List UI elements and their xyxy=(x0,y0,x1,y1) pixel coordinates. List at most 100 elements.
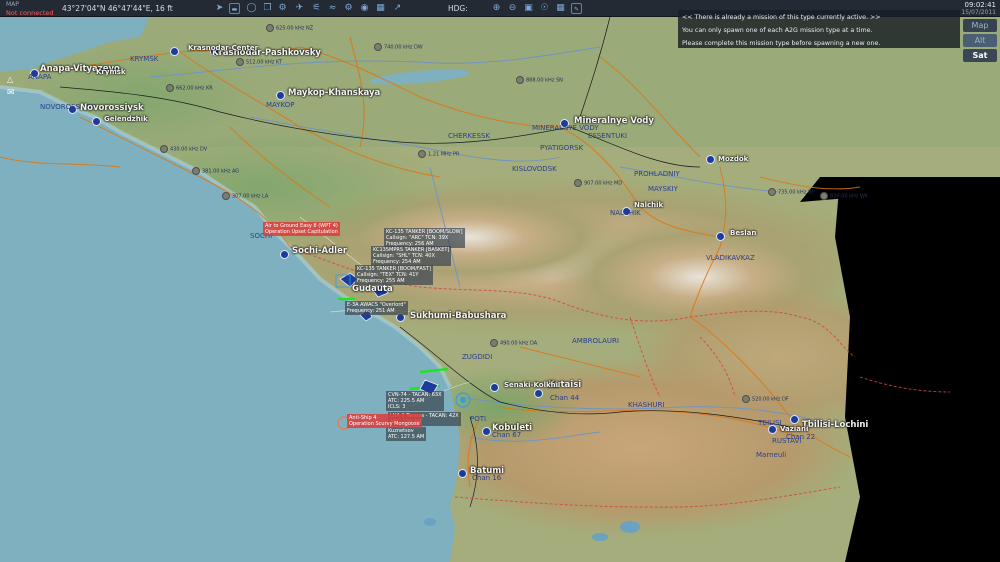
region-label: PROHLADNIY xyxy=(634,170,680,178)
airbase-label[interactable]: Sochi-Adler xyxy=(292,246,347,256)
region-label: KISLOVODSK xyxy=(512,165,557,173)
nav-beacon: 740.00 kHz DW xyxy=(374,43,423,51)
notice-line: << There is already a mission of this ty… xyxy=(682,14,881,21)
cursor-coordinates: 43°27'04"N 46°47'44"E, 16 ft xyxy=(62,4,173,13)
airbase-label[interactable]: Senaki-Kolkhi xyxy=(504,381,558,389)
region-label: ANAPA xyxy=(28,73,52,81)
clock: 09:02:41 xyxy=(964,1,996,9)
airbase-marker[interactable] xyxy=(706,155,715,164)
app-brand: MAP xyxy=(6,1,19,8)
mail-icon[interactable]: ✉ xyxy=(7,88,15,98)
region-label: MAYSKIY xyxy=(648,185,678,193)
region-label: VLADIKAVKAZ xyxy=(706,254,755,262)
airbase-label[interactable]: Krymsk xyxy=(96,68,126,76)
heading-label: HDG: xyxy=(448,4,468,13)
cursor-icon[interactable]: ↗ xyxy=(392,3,403,14)
tanker-card[interactable]: KC-135 TANKER [BOOM/SLOW] Callsign: "ARC… xyxy=(384,228,465,248)
nav-beacon: 430.00 kHz DV xyxy=(160,145,207,153)
circle-draw-icon[interactable]: ◯ xyxy=(246,3,257,14)
globe-icon[interactable]: ☉ xyxy=(539,3,550,14)
tanker-card[interactable]: KC-135 TANKER [BOOM/FAST] Callsign: "TEX… xyxy=(355,265,433,285)
region-label: Chan 44 xyxy=(550,394,580,402)
mission-notification: << There is already a mission of this ty… xyxy=(678,10,960,48)
zoom-in-icon[interactable]: ⊕ xyxy=(491,3,502,14)
tanker-card[interactable]: KC135MPRS TANKER [BASKET] Callsign: "SHL… xyxy=(371,246,452,266)
fork-icon[interactable]: ⚟ xyxy=(311,3,322,14)
airbase-marker[interactable] xyxy=(490,383,499,392)
carrier-card[interactable]: Kuznetsov ATC: 127.5 AM xyxy=(386,427,427,441)
nav-beacon: 830.00 kHz WK xyxy=(820,192,868,200)
eye-icon[interactable]: ◉ xyxy=(359,3,370,14)
airbase-label[interactable]: Beslan xyxy=(730,229,756,237)
map-type-alt-button[interactable]: Alt xyxy=(963,34,997,47)
airbase-label[interactable]: Batumi xyxy=(470,466,504,476)
nav-beacon: 662.00 kHz KR xyxy=(166,84,213,92)
nav-beacon: 625.00 kHz NZ xyxy=(266,24,313,32)
grid-icon[interactable]: ▦ xyxy=(375,3,386,14)
nav-beacon: 1.21 MHz PR xyxy=(418,150,460,158)
notice-line: You can only spawn one of each A2G missi… xyxy=(682,27,873,34)
nav-beacon: 307.00 kHz LA xyxy=(222,192,268,200)
pencil-icon[interactable]: ✎ xyxy=(571,3,582,14)
region-label: Marneuli xyxy=(756,451,787,459)
airbase-marker[interactable] xyxy=(170,47,179,56)
airbase-label[interactable]: Maykop-Khanskaya xyxy=(288,88,380,98)
aircraft-icon[interactable]: ✈ xyxy=(294,3,305,14)
nav-beacon: 512.00 kHz KT xyxy=(236,58,282,66)
carrier-card[interactable]: CVN-74 - TACAN: 63X ATC: 225.5 AM ICLS: … xyxy=(386,391,444,411)
zoom-out-icon[interactable]: ⊖ xyxy=(507,3,518,14)
map-type-map-button[interactable]: Map xyxy=(963,19,997,32)
region-label: KRYMSK xyxy=(130,55,159,63)
airbase-label[interactable]: Sukhumi-Babushara xyxy=(410,311,506,321)
airbase-marker[interactable] xyxy=(482,427,491,436)
airbase-label[interactable]: Mineralnye Vody xyxy=(574,116,654,126)
notice-line: Please complete this mission type before… xyxy=(682,40,881,47)
region-label: AMBROLAURI xyxy=(572,337,619,345)
airbase-marker[interactable] xyxy=(716,232,725,241)
airbase-marker[interactable] xyxy=(458,469,467,478)
mission-card[interactable]: Anti-Ship 4 Operation Scurvy Mongoose xyxy=(347,414,422,428)
airbase-label[interactable]: Novorossiysk xyxy=(80,103,144,113)
airbase-label[interactable]: Vaziani xyxy=(780,425,808,433)
region-label: MAYKOP xyxy=(266,101,295,109)
region-label: ZUGDIDI xyxy=(462,353,493,361)
date: 15/07/2011 xyxy=(961,9,996,16)
airbase-label[interactable]: Mozdok xyxy=(718,155,748,163)
airbase-marker[interactable] xyxy=(534,389,543,398)
region-label: TBILISI xyxy=(758,419,782,427)
airbase-label[interactable]: Krasnodar-Center xyxy=(188,44,258,52)
map-edge xyxy=(835,177,1000,562)
map-type-sat-button[interactable]: Sat xyxy=(963,49,997,62)
region-label: NALCHIK xyxy=(610,209,641,217)
scale-icon[interactable]: △ xyxy=(7,75,13,84)
airbase-marker[interactable] xyxy=(92,117,101,126)
nav-beacon: 381.00 kHz AG xyxy=(192,167,239,175)
ruler-icon[interactable]: ▬ xyxy=(229,3,240,14)
nav-beacon: 735.00 kHz BJ xyxy=(768,188,813,196)
airbase-marker[interactable] xyxy=(276,91,285,100)
unit-icon[interactable]: ⚙ xyxy=(277,3,288,14)
airbase-label[interactable]: Kobuleti xyxy=(492,423,532,433)
region-label: CHERKESSK xyxy=(448,132,490,140)
zoom-area-icon[interactable]: ▣ xyxy=(523,3,534,14)
grid-toggle-icon[interactable]: ▦ xyxy=(555,3,566,14)
nav-beacon: 888.00 kHz SN xyxy=(516,76,563,84)
airbase-label[interactable]: Gelendzhik xyxy=(104,115,148,123)
navigate-arrow-icon[interactable]: ➤ xyxy=(214,3,225,14)
airbase-label[interactable]: Gudauta xyxy=(352,284,393,294)
mission-card[interactable]: Air to Ground Easy 8 (WPT 4) Operation U… xyxy=(263,222,340,236)
layers-icon[interactable]: ❐ xyxy=(262,3,273,14)
region-label: ESSENTUKI xyxy=(588,132,628,140)
region-label: POTI xyxy=(470,415,487,423)
airbase-marker[interactable] xyxy=(280,250,289,259)
awacs-card[interactable]: E-3A AWACS "Overlord" Frequency: 251 AM xyxy=(345,301,408,315)
region-label: Chan 22 xyxy=(786,433,816,441)
wifi-icon[interactable]: ≈ xyxy=(327,3,338,14)
airbase-marker[interactable] xyxy=(790,415,799,424)
settings-icon[interactable]: ⚙ xyxy=(343,3,354,14)
airbase-label[interactable]: Nalchik xyxy=(634,201,663,209)
airbase-label[interactable]: Tbilisi-Lochini xyxy=(802,420,868,430)
nav-beacon: 907.00 kHz MD xyxy=(574,179,622,187)
map-view[interactable]: ANAPA KRYMSK NOVOROSSIYSK MAYKOP SOCHI C… xyxy=(0,17,1000,562)
connection-status: Not connected xyxy=(6,9,54,17)
